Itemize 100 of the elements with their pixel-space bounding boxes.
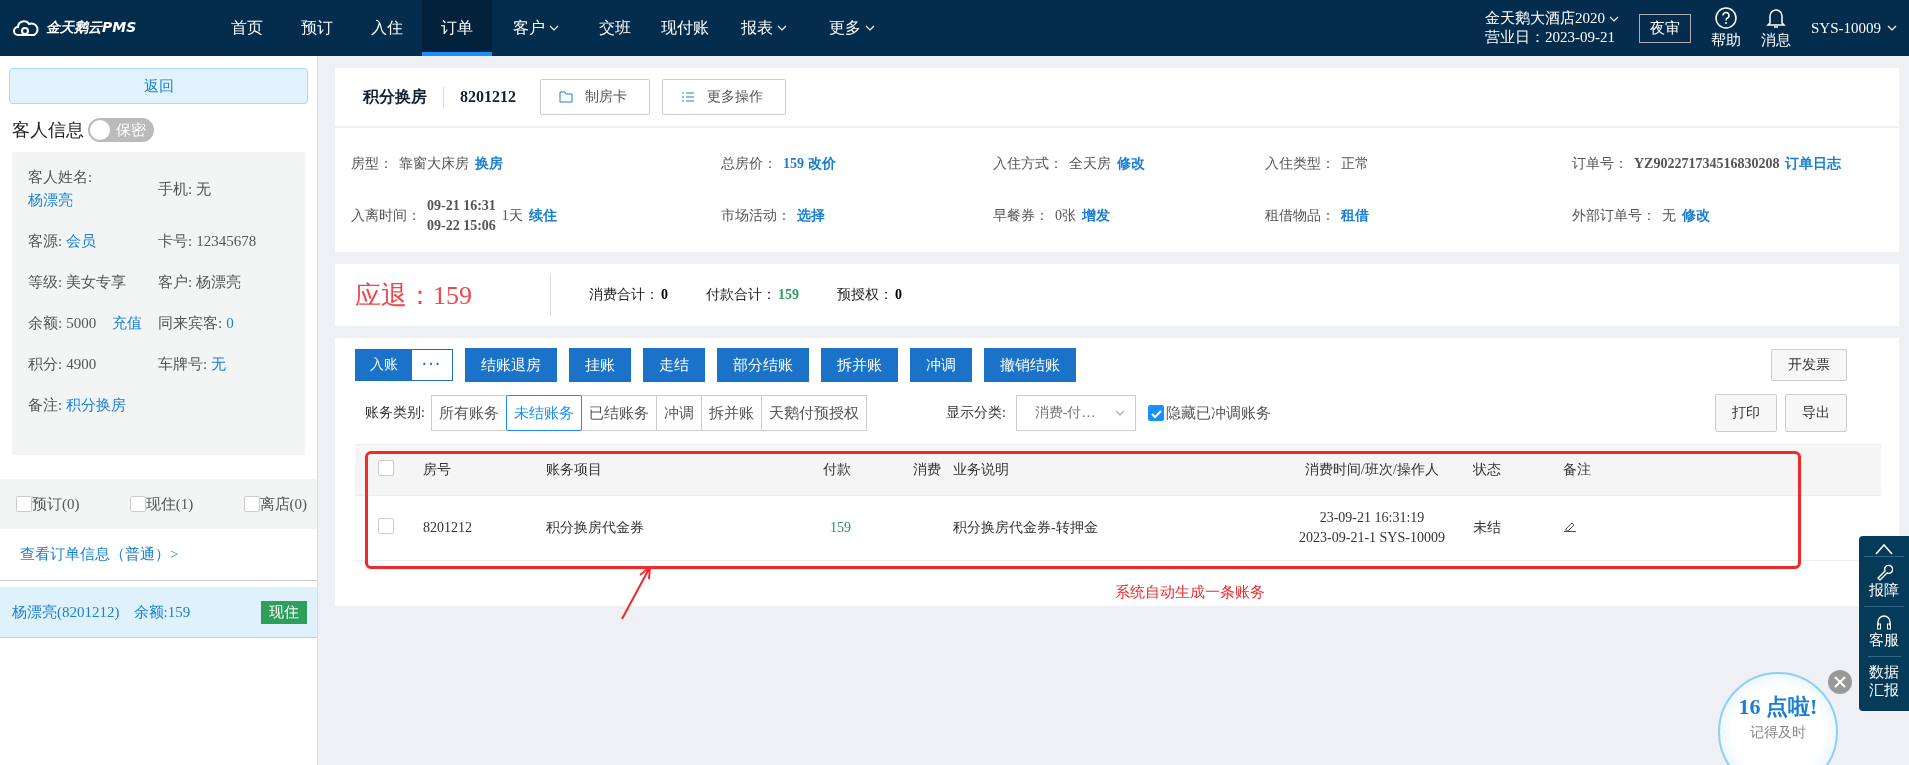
checkbox[interactable] (378, 460, 394, 476)
field-link[interactable]: 选择 (797, 207, 825, 225)
table-cell-text: 积分换房代金券 (545, 519, 645, 537)
category-tab[interactable]: 拆并账 (700, 395, 762, 431)
print-button[interactable]: 打印 (1715, 394, 1777, 432)
guest-balance: 余额:159 (133, 602, 191, 622)
field-label: 客源: (28, 232, 63, 251)
nav-tab[interactable]: 更多 (808, 0, 896, 56)
hotel-name[interactable]: 金天鹅大酒店2020 (1485, 9, 1605, 28)
guest-info-title: 客人信息 (12, 119, 84, 142)
checkbox[interactable] (243, 496, 260, 512)
bell-icon[interactable] (1766, 6, 1786, 29)
checkbox[interactable] (1147, 405, 1164, 421)
action-button[interactable]: 部分结账 (717, 348, 809, 382)
annotation-text: 系统自动生成一条账务 (1115, 583, 1265, 602)
nav-tab[interactable]: 订单 (422, 0, 492, 56)
field-value: 无 (1662, 207, 1676, 225)
field-value: 0张 (1055, 207, 1076, 225)
nav-tab[interactable]: 入住 (352, 0, 422, 56)
field-value: 全天房 (1069, 155, 1111, 173)
field-label: 入离时间： (351, 207, 421, 225)
nav-tab[interactable]: 交班 (580, 0, 650, 56)
filter-label[interactable]: 离店(0) (259, 494, 307, 514)
action-button[interactable]: 结账退房 (465, 348, 557, 382)
field-link[interactable]: 0 (226, 315, 234, 332)
caret-icon (1114, 410, 1125, 416)
field-link[interactable]: 修改 (1117, 155, 1145, 173)
table-cell-text: 2023-09-21-1 SYS-10009 (1298, 530, 1446, 546)
field-link[interactable]: 续住 (528, 207, 557, 225)
order-info-link[interactable]: 查看订单信息（普通）> (0, 529, 317, 581)
list-icon (681, 91, 695, 103)
category-tab[interactable]: 所有账务 (430, 395, 507, 431)
field-link[interactable]: 增发 (1082, 207, 1110, 225)
field-link[interactable]: 订单日志 (1785, 155, 1842, 173)
filter-label[interactable]: 预订(0) (32, 494, 80, 514)
display-label: 显示分类: (945, 404, 1006, 422)
action-button[interactable]: 冲调 (910, 348, 972, 382)
chevron-up-icon[interactable] (1874, 542, 1894, 556)
field-value: 靠窗大床房 (399, 155, 469, 173)
field-label: 市场活动： (721, 207, 791, 225)
side-tool-button[interactable]: 客服 (1864, 606, 1904, 656)
category-tab[interactable]: 天鹅付预授权 (760, 395, 867, 431)
field-value: 正常 (1341, 155, 1369, 173)
folder-icon (559, 91, 573, 103)
back-button[interactable]: 返回 (9, 68, 308, 104)
column-header: 状态 (1472, 461, 1502, 479)
field-link[interactable]: 杨漂亮 (28, 191, 156, 210)
summary-label: 预授权： (837, 287, 893, 302)
help-icon[interactable] (1715, 6, 1737, 29)
reminder-text: 记得及时 (1750, 724, 1806, 742)
nav-tab[interactable]: 报表 (720, 0, 808, 56)
checkbox[interactable] (16, 496, 32, 512)
business-day: 营业日：2023-09-21 (1485, 28, 1619, 47)
category-tab[interactable]: 已结账务 (580, 395, 657, 431)
action-button[interactable]: 挂账 (569, 348, 631, 382)
field-link[interactable]: 充值 (112, 314, 143, 333)
field-value: 4900 (66, 356, 97, 373)
toolbar-button[interactable]: 更多操作 (662, 79, 786, 115)
nav-tab[interactable]: 现付账 (650, 0, 720, 56)
refund-amount: 应退：159 (355, 279, 472, 312)
close-icon[interactable] (1828, 670, 1852, 694)
field-link[interactable]: 修改 (1682, 207, 1710, 225)
field-link[interactable]: 159 改价 (783, 155, 836, 173)
summary-value: 0 (895, 287, 902, 302)
field-label: 房型： (351, 155, 393, 173)
field-link[interactable]: 租借 (1341, 207, 1369, 225)
wrench-icon (1875, 563, 1893, 581)
checkbox-label[interactable]: 隐藏已冲调账务 (1165, 403, 1271, 423)
checkbox[interactable] (129, 496, 146, 512)
export-button[interactable]: 导出 (1785, 394, 1847, 432)
field-link[interactable]: 积分换房 (66, 396, 127, 415)
nav-tab[interactable]: 预订 (282, 0, 352, 56)
field-value: 5000 (66, 315, 97, 332)
field-link[interactable]: 会员 (66, 232, 97, 251)
summary-value: 159 (778, 287, 799, 302)
field-link[interactable]: 无 (211, 355, 227, 374)
checkbox[interactable] (378, 518, 394, 534)
nav-tab[interactable]: 客户 (492, 0, 580, 56)
category-tab[interactable]: 冲调 (655, 395, 702, 431)
edit-icon[interactable] (1563, 520, 1577, 532)
invoice-button[interactable]: 开发票 (1771, 349, 1847, 381)
action-button[interactable]: 撤销结账 (984, 348, 1076, 382)
night-audit-button[interactable]: 夜审 (1639, 13, 1691, 43)
action-button[interactable]: 走结 (643, 348, 705, 382)
field-label: 备注: (28, 396, 63, 415)
toolbar-button[interactable]: 制房卡 (540, 79, 650, 115)
user-name[interactable]: SYS-10009 (1811, 19, 1881, 37)
display-select[interactable]: 消费-付… (1015, 395, 1136, 431)
help-label[interactable]: 帮助 (1711, 30, 1741, 50)
guest-list-item[interactable]: 杨漂亮(8201212) 余额:159 现住 (0, 587, 317, 638)
messages-label[interactable]: 消息 (1761, 30, 1791, 50)
filter-label[interactable]: 现住(1) (145, 494, 194, 514)
field-value: 杨漂亮 (196, 273, 242, 292)
field-link[interactable]: 换房 (475, 155, 503, 173)
nav-tab[interactable]: 首页 (212, 0, 282, 56)
side-tool-button[interactable]: 数据汇报 (1867, 656, 1901, 705)
post-button[interactable]: 入账 (356, 350, 412, 380)
cloud-logo-icon (12, 19, 40, 37)
side-tool-button[interactable]: 报障 (1864, 556, 1904, 606)
action-button[interactable]: 拆并账 (821, 348, 898, 382)
